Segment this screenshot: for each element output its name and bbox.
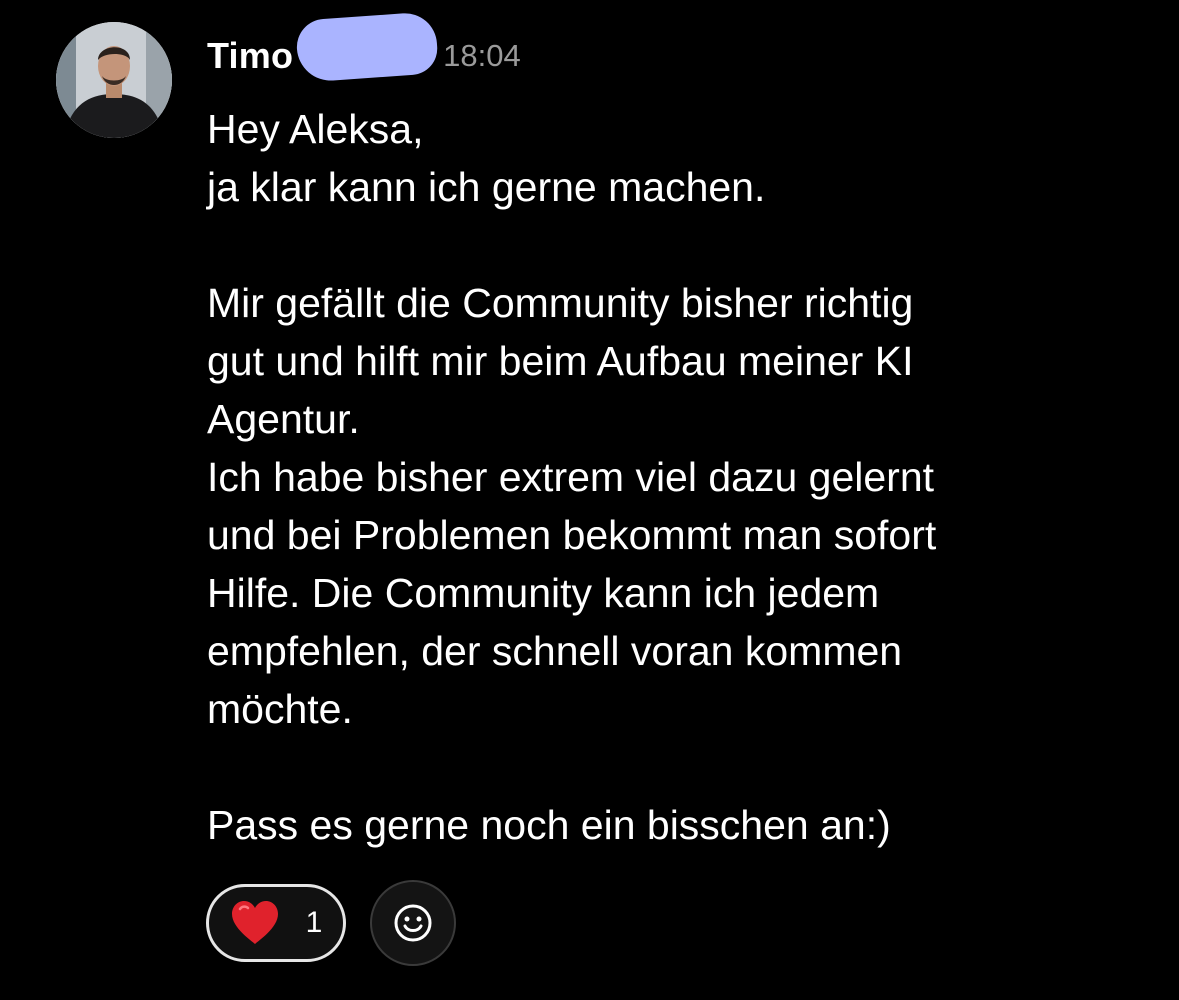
message-header: Timo 18:04 xyxy=(207,11,521,83)
message-line: Ich habe bisher extrem viel dazu gelernt xyxy=(207,454,935,500)
avatar[interactable] xyxy=(56,22,172,138)
message-line: ja klar kann ich gerne machen. xyxy=(207,164,766,210)
sender-name[interactable]: Timo xyxy=(207,35,293,77)
message-line: Hilfe. Die Community kann ich jedem xyxy=(207,570,880,616)
heart-icon xyxy=(230,900,280,946)
avatar-photo xyxy=(56,22,172,138)
message-line: gut und hilft mir beim Aufbau meiner KI xyxy=(207,338,914,384)
add-reaction-button[interactable] xyxy=(370,880,456,966)
message-line: und bei Problemen bekommt man sofort xyxy=(207,512,937,558)
message-line: Agentur. xyxy=(207,396,360,442)
message-line: möchte. xyxy=(207,686,353,732)
name-redaction-overlay xyxy=(295,11,440,83)
message-text: Hey Aleksa, ja klar kann ich gerne mache… xyxy=(207,100,1137,854)
message-line: empfehlen, der schnell voran kommen xyxy=(207,628,903,674)
message-line xyxy=(207,738,1137,796)
chat-message: Timo 18:04 Hey Aleksa, ja klar kann ich … xyxy=(0,0,1179,1000)
smiley-icon xyxy=(393,903,433,943)
message-line: Mir gefällt die Community bisher richtig xyxy=(207,280,914,326)
heart-reaction-button[interactable]: 1 xyxy=(206,884,346,962)
message-line: Hey Aleksa, xyxy=(207,106,424,152)
message-line xyxy=(207,216,1137,274)
reaction-bar: 1 xyxy=(206,880,456,966)
reaction-count: 1 xyxy=(305,906,323,939)
message-line: Pass es gerne noch ein bisschen an:) xyxy=(207,802,891,848)
message-timestamp: 18:04 xyxy=(443,38,521,73)
